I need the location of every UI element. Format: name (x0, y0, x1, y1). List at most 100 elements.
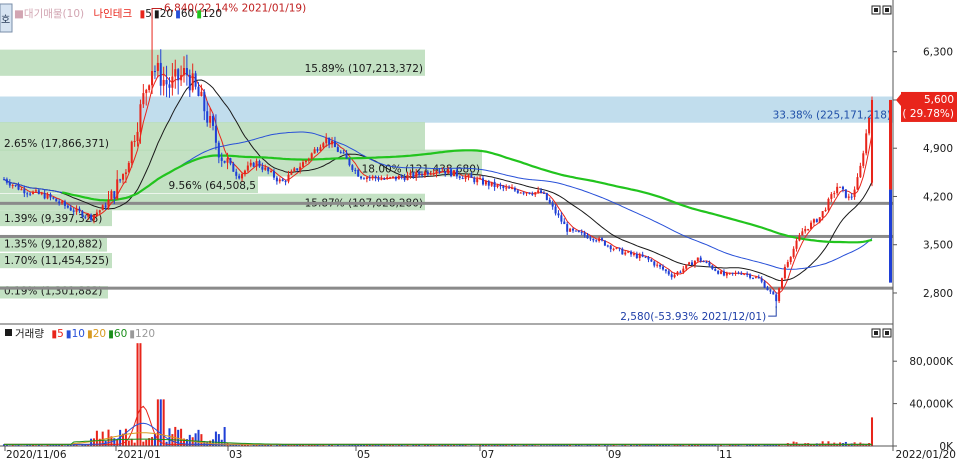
candle-body (296, 168, 299, 171)
candle-body (426, 171, 429, 175)
candle-body (537, 190, 540, 193)
chart-canvas: 15.89% (107,213,372) 33.38% (225,171,218)… (0, 0, 958, 461)
candle-body (615, 247, 618, 249)
candle-body (142, 93, 145, 105)
candle-body (301, 162, 305, 167)
candle-body (589, 238, 592, 240)
candle-body (272, 171, 275, 178)
candle-body (339, 151, 342, 153)
candle-body (214, 125, 217, 143)
candle-body (63, 201, 66, 206)
candle-body (368, 177, 371, 179)
current-price-change: ( 29.78%) (902, 108, 954, 120)
candle-body (450, 169, 453, 177)
candle-body (107, 199, 110, 208)
candle-body (499, 184, 502, 187)
candle-body (551, 203, 554, 207)
candle-body (331, 140, 334, 145)
candle-body (130, 141, 133, 163)
supply-zone (0, 96, 893, 123)
candle-body (418, 171, 421, 175)
candle-body (705, 262, 708, 264)
candle-body (783, 266, 786, 279)
candle-body (650, 259, 653, 262)
candle-body (455, 170, 458, 177)
level-line (0, 286, 893, 290)
candle-body (325, 137, 328, 144)
candle-body (473, 177, 476, 183)
stock-name: 나인테크 (93, 8, 132, 20)
candle-body (760, 278, 763, 282)
candle-body (644, 256, 647, 258)
candle-body (772, 291, 775, 295)
candle-body (699, 257, 702, 262)
candle-body (110, 191, 113, 200)
candle-body (281, 179, 284, 182)
candle-body (810, 222, 813, 229)
candle-body (156, 62, 159, 72)
vol-legend-label-60: 60 (114, 328, 127, 340)
candle-body (618, 247, 621, 249)
candle-body (162, 79, 165, 86)
candle-body (667, 271, 670, 275)
candle-body (371, 176, 374, 178)
candle-body (11, 185, 14, 187)
candle-body (168, 84, 171, 88)
candle-body (336, 147, 339, 152)
candle-body (717, 270, 720, 274)
candle-body (148, 85, 151, 90)
candle-body (522, 192, 525, 194)
candle-body (139, 104, 142, 132)
candle-body (839, 186, 842, 188)
volume-bar (145, 439, 148, 446)
candle-body (194, 73, 197, 87)
candle-body (566, 224, 569, 232)
candle-body (444, 170, 447, 174)
volume-tick-label: 80,000K (909, 356, 954, 368)
volume-bar (168, 428, 171, 446)
candle-body (641, 254, 644, 257)
stock-chart-window: 15.89% (107,213,372) 33.38% (225,171,218)… (0, 0, 958, 461)
candle-body (435, 171, 438, 174)
volume-tick-label: 40,000K (909, 399, 954, 411)
candle-body (659, 264, 662, 267)
candle-body (647, 257, 650, 260)
candle-body (841, 186, 844, 190)
candle-body (98, 210, 101, 213)
candle-body (389, 177, 392, 179)
candle-body (865, 133, 868, 154)
volume-bar (136, 343, 139, 446)
candle-body (531, 193, 534, 195)
candle-body (467, 174, 470, 177)
x-tick-label: 03 (229, 449, 242, 460)
candle-body (188, 74, 191, 91)
candle-body (824, 209, 827, 212)
candle-body (621, 248, 624, 255)
candle-body (766, 287, 769, 291)
candle-body (351, 165, 354, 170)
volume-bar (792, 441, 795, 446)
candle-body (804, 229, 807, 232)
candle-body (862, 153, 865, 166)
candle-body (780, 278, 784, 289)
candle-body (708, 262, 711, 266)
ma-legend-label-120: 120 (202, 8, 222, 20)
candle-body (403, 177, 406, 181)
volume-legend-icon (5, 329, 12, 336)
candle-body (731, 272, 734, 274)
candle-body (397, 176, 400, 180)
candle-body (200, 91, 203, 97)
candle-body (29, 193, 32, 195)
candle-body (827, 198, 830, 210)
candle-body (261, 166, 264, 170)
candle-body (670, 274, 673, 278)
candle-body (66, 205, 69, 208)
candle-body (113, 191, 116, 199)
candle-body (185, 68, 188, 75)
candle-body (122, 174, 125, 180)
candle-body (479, 178, 482, 180)
candle-body (409, 172, 412, 176)
candle-body (197, 86, 200, 97)
candle-body (310, 153, 313, 159)
candle-body (153, 71, 156, 73)
